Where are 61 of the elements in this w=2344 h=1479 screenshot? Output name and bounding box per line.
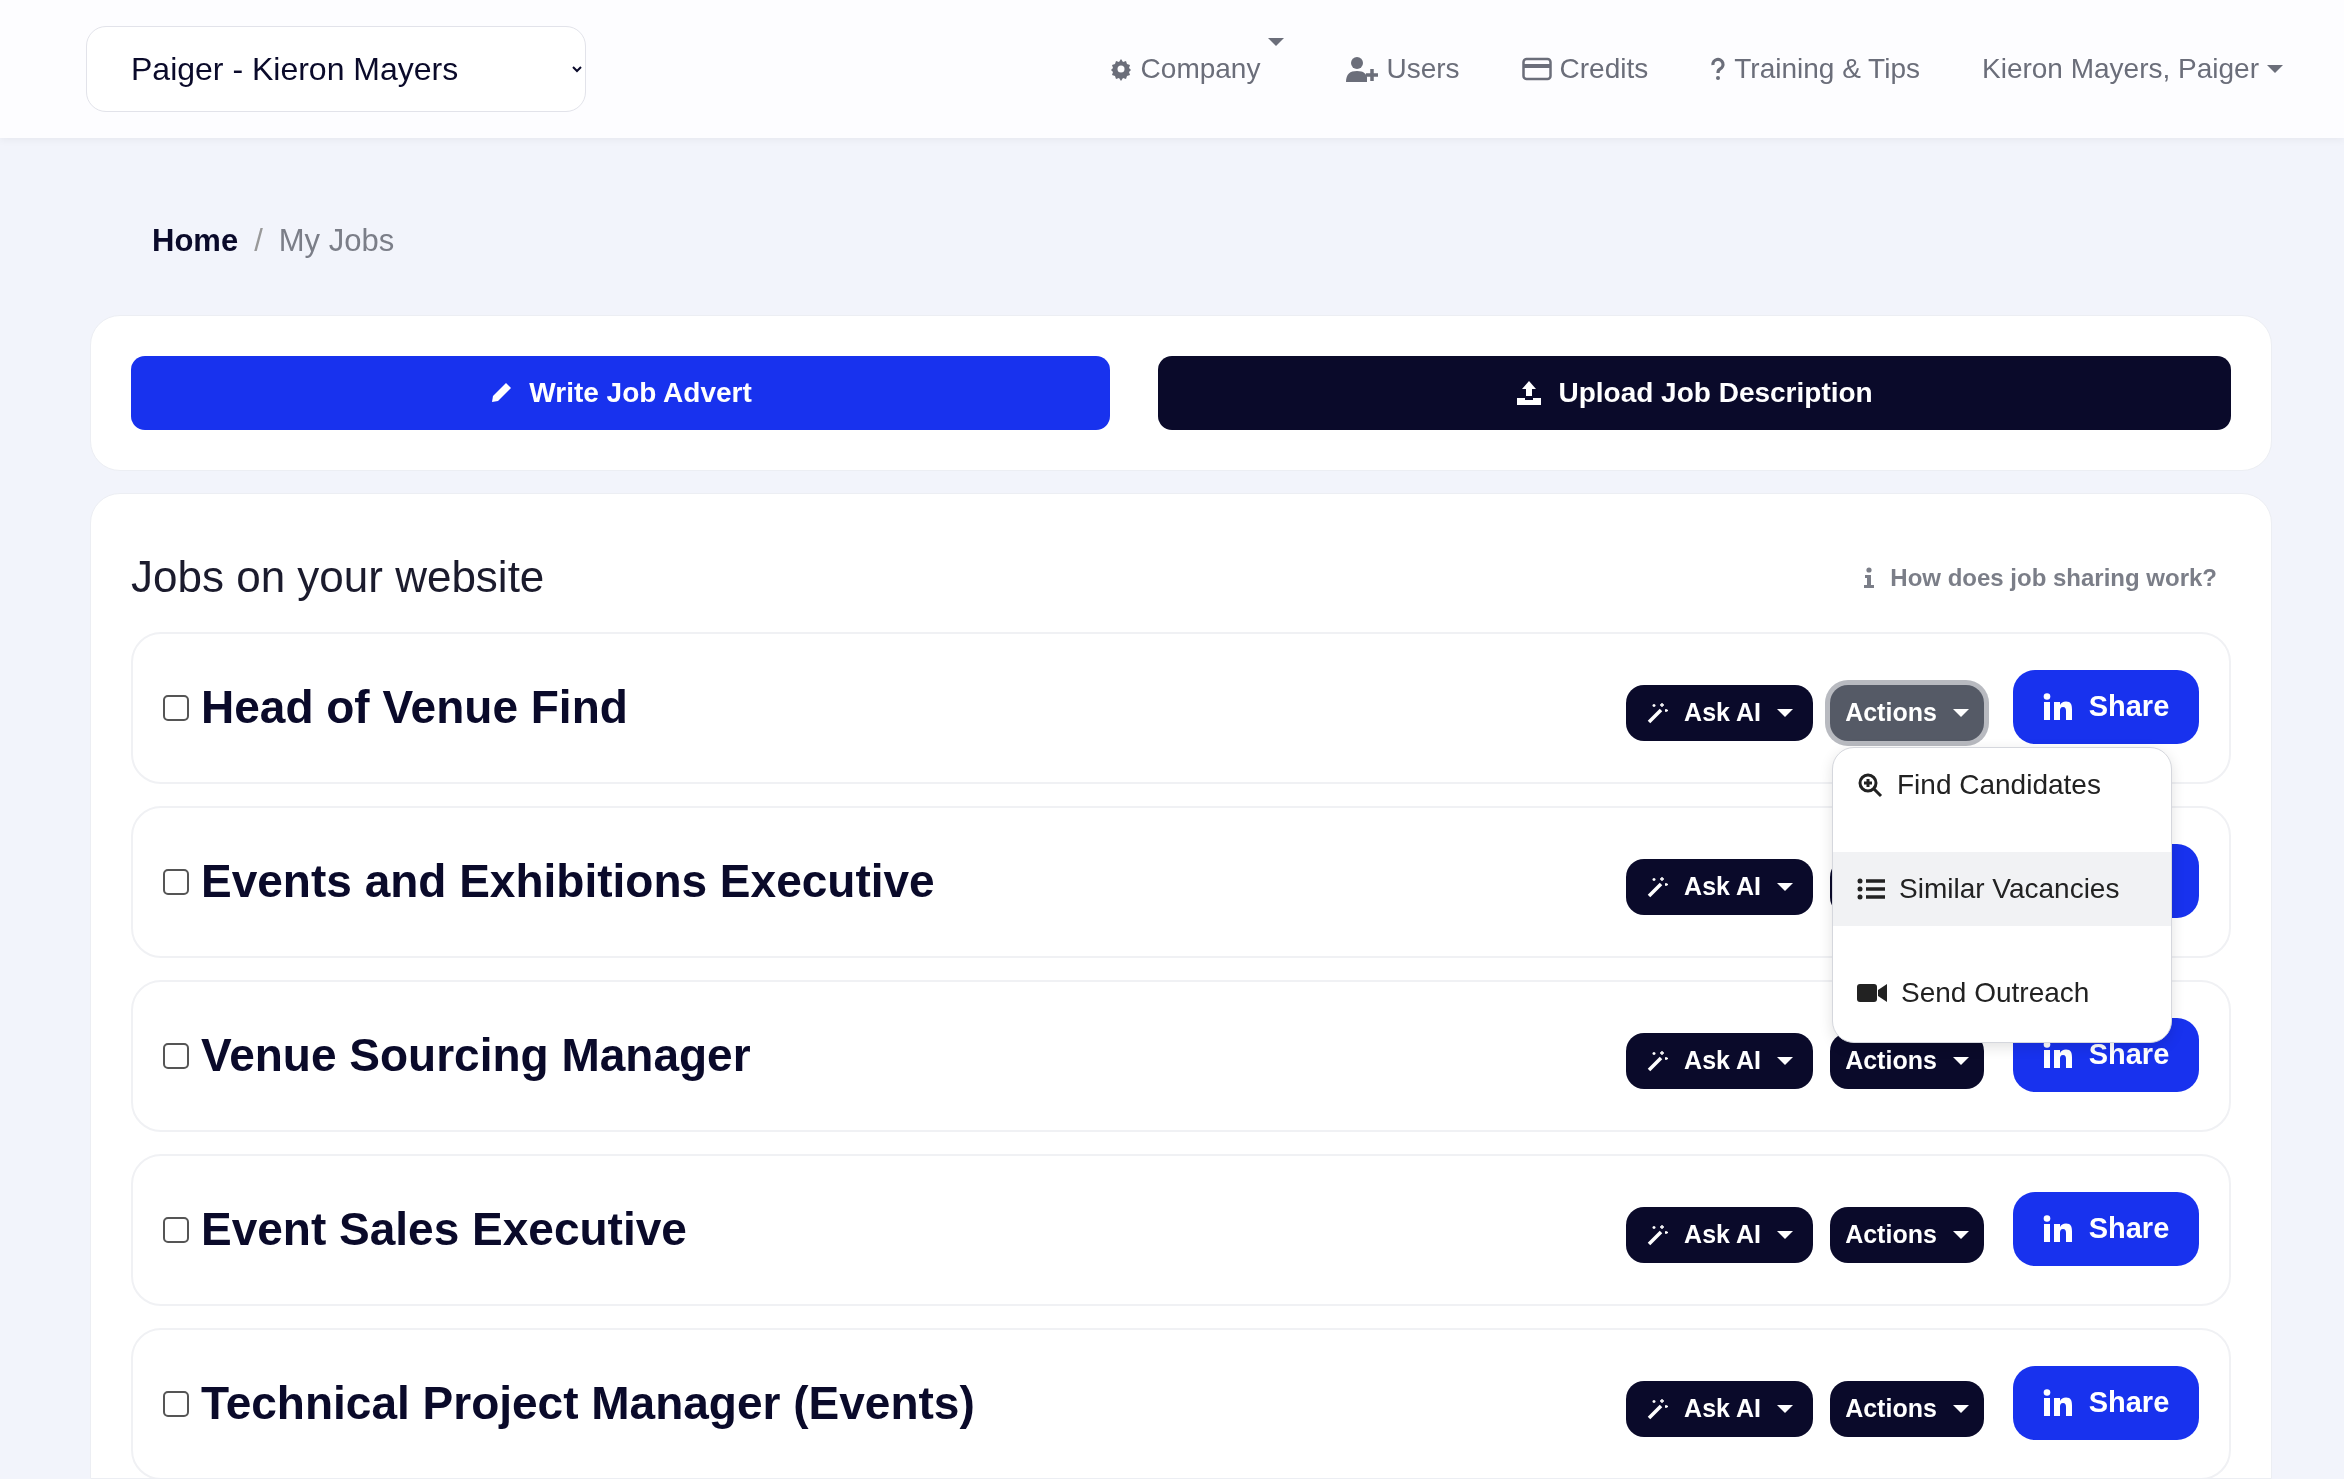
ask-ai-button[interactable]: Ask AI [1626,684,1813,741]
caret-icon [1952,1404,1969,1413]
magic-wand-icon [1646,1049,1669,1072]
credit-card-icon [1521,56,1552,81]
job-title: Technical Project Manager (Events) [201,1376,975,1431]
job-title: Events and Exhibitions Executive [201,854,935,909]
checkbox[interactable] [163,868,189,895]
ask-ai-button[interactable]: Ask AI [1626,1206,1813,1263]
ask-ai-button[interactable]: Ask AI [1626,858,1813,915]
caret-icon [1952,708,1969,717]
user-plus-icon [1346,55,1379,82]
nav-link[interactable]: Credits [1490,47,1680,90]
breadcrumb-separator: / [254,221,263,260]
list-icon [1857,877,1885,900]
magic-wand-icon [1646,1397,1669,1420]
job-title: Event Sales Executive [201,1202,687,1257]
help-link[interactable]: How does job sharing work? [1864,559,2217,596]
share-button[interactable]: Share [2013,1365,2199,1440]
actions-button[interactable]: Actions [1830,1380,1984,1437]
caret-icon [1777,1056,1793,1065]
checkbox[interactable] [163,1216,189,1243]
question-icon [1710,56,1727,81]
nav-link[interactable]: Company [1077,47,1316,90]
ask-ai-button[interactable]: Ask AI [1626,1032,1813,1089]
pencil-icon [489,380,514,405]
nav-link[interactable]: Users [1315,47,1491,90]
checkbox[interactable] [163,1390,189,1417]
checkbox[interactable] [163,1042,189,1069]
upload-icon [1516,379,1543,406]
job-title: Venue Sourcing Manager [201,1028,751,1083]
caret-icon [1952,1056,1969,1065]
breadcrumb-item: My Jobs [278,221,395,260]
menu-item[interactable]: Similar Vacancies [1833,851,2171,926]
magic-wand-icon [1646,1223,1669,1246]
caret-icon [1777,1404,1793,1413]
nav-link[interactable]: Training & Tips [1679,47,1951,90]
linkedin-icon [2042,1388,2073,1417]
caret-icon [1952,1230,1969,1239]
nav-link[interactable]: Kieron Mayers, Paiger [1951,47,2314,90]
action-button[interactable]: Upload Job Description [1158,355,2231,430]
info-icon [1864,566,1875,589]
breadcrumb-item[interactable]: Home [152,217,239,265]
action-button[interactable]: Write Job Advert [131,355,1111,430]
checkbox[interactable] [163,694,189,721]
actions-button[interactable]: Actions [1830,1206,1984,1263]
caret-icon [1777,882,1793,891]
menu-item[interactable]: Find Candidates [1833,747,2171,822]
search-plus-icon [1857,771,1883,798]
video-camera-icon [1857,981,1887,1004]
account-select[interactable]: Paiger - Kieron Mayers [86,25,586,112]
caret-icon [1777,1230,1793,1239]
ask-ai-button[interactable]: Ask AI [1626,1380,1813,1437]
share-button[interactable]: Share [2013,1191,2199,1266]
section-title: Jobs on your website [131,551,545,604]
magic-wand-icon [1646,701,1669,724]
magic-wand-icon [1646,875,1669,898]
job-title: Head of Venue Find [201,680,628,735]
caret-icon [1777,708,1793,717]
linkedin-icon [2042,692,2073,721]
linkedin-icon [2042,1214,2073,1243]
share-button[interactable]: Share [2013,669,2199,744]
